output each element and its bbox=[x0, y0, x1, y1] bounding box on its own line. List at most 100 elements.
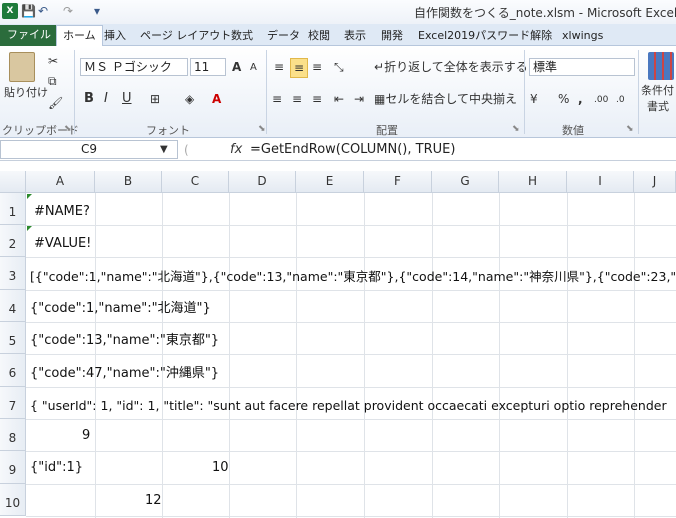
row-header-2[interactable]: 2 bbox=[0, 225, 26, 257]
row-header-8[interactable]: 8 bbox=[0, 419, 26, 451]
tab-xlwings[interactable]: xlwings bbox=[562, 26, 603, 46]
align-middle-icon[interactable]: ≡ bbox=[290, 58, 308, 78]
column-header-i[interactable]: I bbox=[567, 171, 634, 193]
error-indicator-icon[interactable] bbox=[27, 226, 32, 231]
row-header-3[interactable]: 3 bbox=[0, 257, 26, 290]
align-top-icon[interactable]: ≡ bbox=[274, 58, 284, 76]
paste-button-label[interactable]: 貼り付け bbox=[4, 84, 48, 102]
cut-icon[interactable]: ✂ bbox=[48, 52, 58, 70]
worksheet-grid[interactable]: A B C D E F G H I J 1 2 3 4 5 6 7 8 9 10… bbox=[0, 171, 676, 518]
decrease-decimal-button[interactable]: .0 bbox=[616, 91, 625, 109]
grid-line bbox=[634, 193, 635, 518]
font-color-icon[interactable]: A bbox=[212, 90, 221, 108]
grid-line bbox=[26, 419, 676, 420]
shrink-font-button[interactable]: A bbox=[250, 59, 257, 77]
tab-data[interactable]: データ bbox=[267, 26, 300, 46]
cell-a9[interactable]: {"id":1} bbox=[30, 460, 83, 476]
grid-line bbox=[26, 451, 676, 452]
save-icon[interactable]: 💾 bbox=[21, 3, 36, 19]
row-header-4[interactable]: 4 bbox=[0, 290, 26, 322]
insert-function-button[interactable]: fx bbox=[230, 140, 242, 159]
format-as-table-label[interactable]: 書式 bbox=[647, 98, 669, 116]
row-header-6[interactable]: 6 bbox=[0, 354, 26, 387]
column-header-j[interactable]: J bbox=[634, 171, 676, 193]
paste-icon[interactable] bbox=[9, 52, 35, 82]
excel-app-icon[interactable]: X bbox=[2, 3, 18, 19]
cell-a7[interactable]: { "userId": 1, "id": 1, "title": "sunt a… bbox=[30, 398, 667, 414]
align-bottom-icon[interactable]: ≡ bbox=[312, 58, 322, 76]
orientation-icon[interactable]: ⤡ bbox=[334, 58, 344, 76]
grid-line bbox=[499, 193, 500, 518]
conditional-formatting-icon[interactable] bbox=[648, 52, 674, 80]
borders-icon[interactable]: ⊞ bbox=[150, 90, 160, 108]
name-box[interactable]: C9 bbox=[0, 140, 178, 159]
row-header-9[interactable]: 9 bbox=[0, 451, 26, 484]
font-size-select[interactable]: 11 bbox=[190, 58, 226, 76]
tab-review[interactable]: 校閲 bbox=[308, 26, 330, 46]
select-all-corner[interactable] bbox=[0, 171, 26, 193]
grid-line bbox=[26, 322, 676, 323]
cell-c9[interactable]: 10 bbox=[212, 460, 229, 476]
column-header-h[interactable]: H bbox=[499, 171, 567, 193]
cell-a4[interactable]: {"code":1,"name":"北海道"} bbox=[30, 301, 211, 317]
format-painter-icon[interactable]: 🖌 bbox=[48, 94, 63, 112]
italic-button[interactable]: I bbox=[104, 90, 108, 108]
tab-insert[interactable]: 挿入 bbox=[104, 26, 126, 46]
percent-style-button[interactable]: % bbox=[558, 90, 569, 108]
formula-bar-grip-icon[interactable]: ( bbox=[184, 141, 189, 159]
column-header-b[interactable]: B bbox=[95, 171, 162, 193]
cell-a2[interactable]: #VALUE! bbox=[34, 236, 91, 252]
font-name-select[interactable]: ＭＳ Ｐゴシック bbox=[80, 58, 188, 76]
align-center-icon[interactable]: ≡ bbox=[292, 90, 302, 108]
tab-password-unlock[interactable]: Excel2019パスワード解除 bbox=[418, 26, 552, 46]
row-header-1[interactable]: 1 bbox=[0, 193, 26, 225]
increase-indent-icon[interactable]: ⇥ bbox=[354, 90, 364, 108]
alignment-launcher-icon[interactable]: ⬊ bbox=[512, 124, 520, 134]
grow-font-button[interactable]: A bbox=[232, 58, 241, 76]
underline-button[interactable]: U bbox=[122, 90, 132, 108]
tab-view[interactable]: 表示 bbox=[344, 26, 366, 46]
column-header-c[interactable]: C bbox=[162, 171, 229, 193]
cell-a6[interactable]: {"code":47,"name":"沖縄県"} bbox=[30, 366, 219, 382]
decrease-indent-icon[interactable]: ⇤ bbox=[334, 90, 344, 108]
name-box-dropdown-icon[interactable]: ▼ bbox=[160, 141, 168, 159]
fill-color-icon[interactable]: ◈ bbox=[185, 90, 194, 108]
merge-center-button[interactable]: ▦セルを結合して中央揃え bbox=[374, 90, 517, 108]
grid-line bbox=[26, 387, 676, 388]
column-header-f[interactable]: F bbox=[364, 171, 432, 193]
number-launcher-icon[interactable]: ⬊ bbox=[626, 124, 634, 134]
row-header-5[interactable]: 5 bbox=[0, 322, 26, 354]
accounting-format-icon[interactable]: ¥ bbox=[530, 90, 538, 108]
tab-formulas[interactable]: 数式 bbox=[231, 26, 253, 46]
clipboard-launcher-icon[interactable]: ⬊ bbox=[64, 124, 72, 134]
increase-decimal-button[interactable]: .00 bbox=[594, 91, 608, 109]
font-launcher-icon[interactable]: ⬊ bbox=[258, 124, 266, 134]
row-header-10[interactable]: 10 bbox=[0, 484, 26, 516]
cell-a3[interactable]: [{"code":1,"name":"北海道"},{"code":13,"nam… bbox=[30, 269, 676, 285]
tab-file[interactable]: ファイル bbox=[0, 25, 58, 46]
wrap-text-button[interactable]: ↵折り返して全体を表示する bbox=[374, 58, 528, 76]
copy-icon[interactable]: ⧉ bbox=[48, 72, 57, 90]
column-header-g[interactable]: G bbox=[432, 171, 499, 193]
column-header-e[interactable]: E bbox=[296, 171, 364, 193]
formula-input[interactable]: =GetEndRow(COLUMN(), TRUE) bbox=[250, 140, 455, 159]
tab-page-layout[interactable]: ページ レイアウト bbox=[140, 26, 231, 46]
redo-icon[interactable]: ↷ bbox=[63, 3, 73, 19]
error-indicator-icon[interactable] bbox=[27, 194, 32, 199]
customize-quick-access-icon[interactable]: ▾ bbox=[94, 3, 100, 19]
align-right-icon[interactable]: ≡ bbox=[312, 90, 322, 108]
column-header-a[interactable]: A bbox=[26, 171, 95, 193]
comma-style-button[interactable]: , bbox=[578, 90, 583, 108]
column-header-d[interactable]: D bbox=[229, 171, 296, 193]
row-header-7[interactable]: 7 bbox=[0, 387, 26, 419]
undo-icon[interactable]: ↶ bbox=[38, 3, 48, 19]
cell-a5[interactable]: {"code":13,"name":"東京都"} bbox=[30, 333, 219, 349]
number-format-select[interactable]: 標準 bbox=[529, 58, 635, 76]
cell-a1[interactable]: #NAME? bbox=[34, 204, 90, 220]
tab-developer[interactable]: 開発 bbox=[381, 26, 403, 46]
align-left-icon[interactable]: ≡ bbox=[272, 90, 282, 108]
cell-a8[interactable]: 9 bbox=[82, 428, 90, 444]
tab-home[interactable]: ホーム bbox=[56, 25, 103, 47]
cell-b10[interactable]: 12 bbox=[145, 493, 162, 509]
bold-button[interactable]: B bbox=[84, 90, 94, 108]
